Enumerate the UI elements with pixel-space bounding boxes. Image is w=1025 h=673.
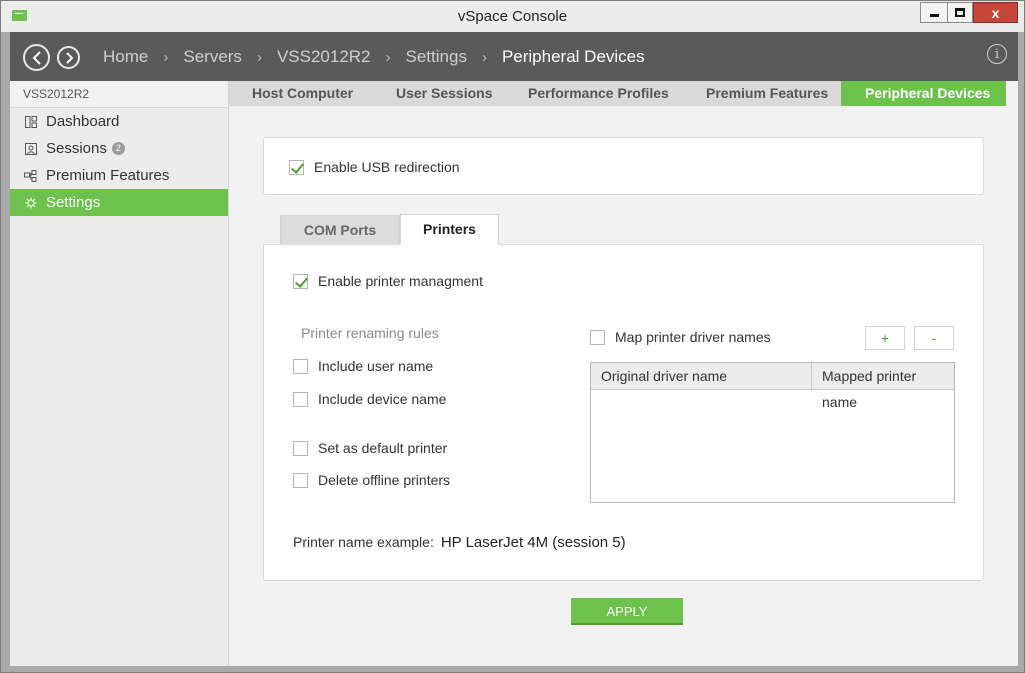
checkbox-unchecked-icon bbox=[293, 391, 308, 407]
nav-bar: Home › Servers › VSS2012R2 › Settings › … bbox=[10, 32, 1018, 81]
breadcrumb-separator: › bbox=[481, 48, 487, 66]
sidebar-item-dashboard[interactable]: Dashboard bbox=[10, 108, 228, 135]
sidebar-item-premium-features[interactable]: Premium Features bbox=[10, 162, 228, 189]
checkbox-unchecked-icon bbox=[293, 358, 308, 374]
tab-peripheral-devices[interactable]: Peripheral Devices bbox=[841, 81, 1006, 106]
remove-mapping-button[interactable]: - bbox=[914, 326, 954, 350]
close-icon: x bbox=[991, 4, 1000, 21]
breadcrumb-current: Peripheral Devices bbox=[501, 47, 645, 66]
include-user-name-checkbox[interactable]: Include user name bbox=[293, 358, 433, 374]
sessions-count-badge: 2 bbox=[111, 142, 125, 155]
forward-button[interactable] bbox=[57, 46, 80, 69]
breadcrumb-home[interactable]: Home bbox=[103, 47, 148, 67]
main-content: Host Computer User Sessions Performance … bbox=[229, 81, 1018, 666]
chevron-left-icon bbox=[32, 50, 41, 65]
tab-performance-profiles[interactable]: Performance Profiles bbox=[504, 81, 682, 106]
sidebar-header: VSS2012R2 bbox=[10, 81, 228, 108]
close-button[interactable]: x bbox=[973, 2, 1018, 23]
sidebar-item-settings[interactable]: Settings bbox=[10, 189, 228, 216]
tab-com-ports[interactable]: COM Ports bbox=[280, 215, 400, 245]
delete-offline-printers-checkbox[interactable]: Delete offline printers bbox=[293, 472, 450, 488]
sessions-icon bbox=[24, 142, 37, 155]
map-driver-names-label: Map printer driver names bbox=[615, 329, 771, 345]
checkbox-unchecked-icon bbox=[590, 329, 605, 345]
breadcrumb-separator: › bbox=[256, 48, 262, 66]
tab-user-sessions[interactable]: User Sessions bbox=[373, 81, 504, 106]
printer-name-example: Printer name example: HP LaserJet 4M (se… bbox=[293, 534, 626, 551]
back-button[interactable] bbox=[23, 44, 50, 71]
usb-redirection-label: Enable USB redirection bbox=[314, 159, 460, 175]
usb-redirection-checkbox[interactable]: Enable USB redirection bbox=[289, 159, 460, 175]
map-driver-names-checkbox[interactable]: Map printer driver names bbox=[590, 329, 771, 345]
breadcrumb-server[interactable]: VSS2012R2 bbox=[277, 47, 371, 67]
checkbox-checked-icon bbox=[293, 273, 308, 289]
tab-premium-features[interactable]: Premium Features bbox=[682, 81, 841, 106]
include-user-name-label: Include user name bbox=[318, 358, 434, 374]
breadcrumb: Home › Servers › VSS2012R2 › Settings › … bbox=[103, 47, 645, 67]
table-header: Original driver name Mapped printer name bbox=[591, 363, 954, 410]
enable-printer-management-label: Enable printer managment bbox=[318, 273, 483, 289]
checkbox-unchecked-icon bbox=[293, 472, 308, 488]
usb-panel: Enable USB redirection bbox=[263, 137, 984, 195]
sidebar: VSS2012R2 Dashboard Sessions 2 Premium F… bbox=[10, 81, 229, 666]
delete-offline-printers-label: Delete offline printers bbox=[318, 472, 451, 488]
column-mapped-printer-name[interactable]: Mapped printer name bbox=[812, 363, 954, 410]
tab-host-computer[interactable]: Host Computer bbox=[229, 81, 373, 106]
premium-features-icon bbox=[24, 169, 37, 182]
sidebar-item-label: Premium Features bbox=[46, 167, 170, 184]
breadcrumb-servers[interactable]: Servers bbox=[183, 47, 242, 67]
checkbox-checked-icon bbox=[289, 159, 304, 175]
printer-name-example-label: Printer name example: bbox=[293, 534, 434, 550]
set-default-printer-label: Set as default printer bbox=[318, 440, 448, 456]
settings-icon bbox=[24, 197, 37, 209]
sidebar-item-label: Dashboard bbox=[46, 113, 120, 130]
app-window: vSpace Console x Home › Servers › VSS201… bbox=[0, 0, 1025, 673]
apply-button[interactable]: APPLY bbox=[571, 598, 683, 625]
title-bar: vSpace Console x bbox=[1, 1, 1024, 32]
breadcrumb-separator: › bbox=[385, 48, 391, 66]
chevron-right-icon bbox=[65, 51, 73, 64]
column-original-driver-name[interactable]: Original driver name bbox=[591, 363, 812, 389]
minimize-button[interactable] bbox=[920, 2, 947, 23]
printers-panel: Enable printer managment Printer renamin… bbox=[263, 244, 984, 581]
sidebar-item-sessions[interactable]: Sessions 2 bbox=[10, 135, 228, 162]
sidebar-item-label: Sessions bbox=[46, 140, 107, 157]
window-title: vSpace Console bbox=[457, 8, 568, 25]
printer-renaming-rules-title: Printer renaming rules bbox=[301, 325, 439, 341]
enable-printer-management-checkbox[interactable]: Enable printer managment bbox=[293, 273, 483, 289]
maximize-icon bbox=[955, 8, 965, 17]
checkbox-unchecked-icon bbox=[293, 440, 308, 456]
maximize-button[interactable] bbox=[947, 2, 973, 23]
include-device-name-checkbox[interactable]: Include device name bbox=[293, 391, 446, 407]
breadcrumb-separator: › bbox=[163, 48, 169, 66]
include-device-name-label: Include device name bbox=[318, 391, 447, 407]
breadcrumb-settings[interactable]: Settings bbox=[406, 47, 467, 67]
top-tabs: Host Computer User Sessions Performance … bbox=[229, 81, 1006, 106]
minimize-icon bbox=[929, 14, 939, 17]
tab-printers[interactable]: Printers bbox=[400, 214, 499, 245]
sidebar-item-label: Settings bbox=[46, 194, 101, 211]
driver-mapping-table[interactable]: Original driver name Mapped printer name bbox=[590, 362, 955, 503]
dashboard-icon bbox=[24, 115, 37, 128]
info-icon[interactable]: i bbox=[987, 44, 1007, 64]
printer-name-example-value: HP LaserJet 4M (session 5) bbox=[440, 534, 626, 551]
add-mapping-button[interactable]: + bbox=[865, 326, 905, 350]
set-default-printer-checkbox[interactable]: Set as default printer bbox=[293, 440, 447, 456]
